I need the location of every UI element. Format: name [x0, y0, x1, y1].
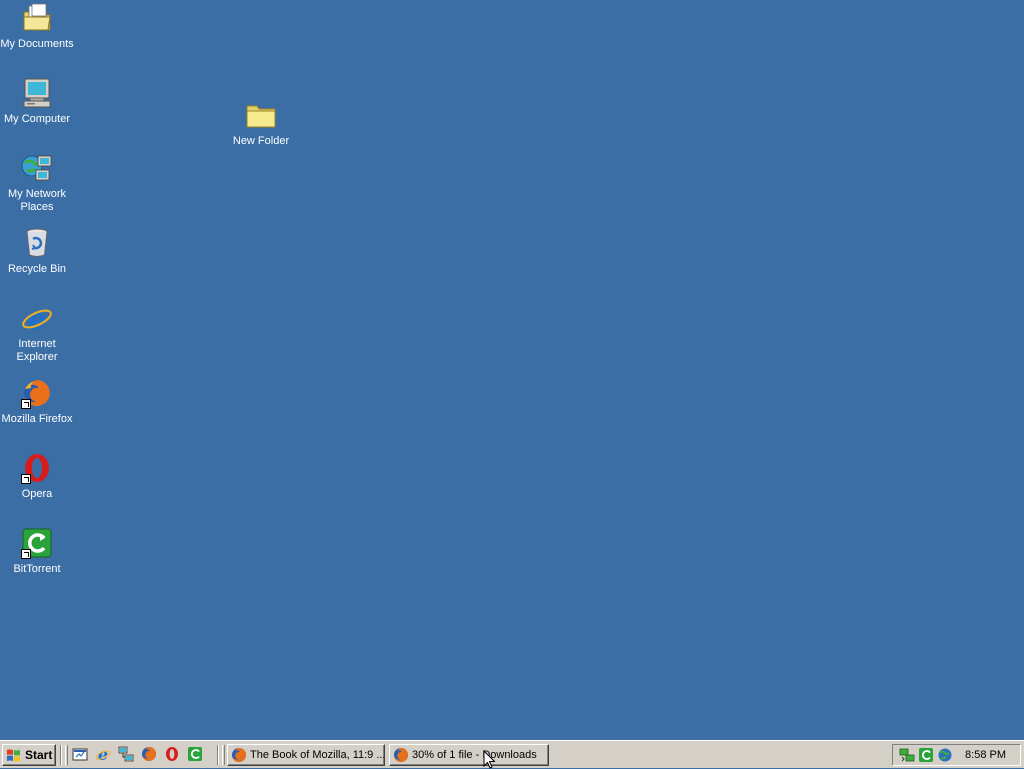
taskbar-separator: [60, 745, 62, 765]
taskbar-separator: [217, 745, 219, 765]
desktop-icon-label: BitTorrent: [13, 563, 61, 575]
clock[interactable]: 8:58 PM: [965, 749, 1006, 761]
shortcut-arrow-icon: [21, 474, 31, 484]
desktop-icon-label: My Computer: [3, 113, 71, 125]
toolbar-grip[interactable]: [65, 745, 68, 765]
toolbar-grip[interactable]: [222, 745, 225, 765]
task-button-label: The Book of Mozilla, 11:9 ...: [250, 749, 385, 761]
opera-icon: [21, 452, 53, 484]
desktop-icon-my-documents[interactable]: My Documents: [0, 2, 74, 51]
internet-explorer-icon[interactable]: e: [95, 746, 111, 762]
desktop-icon-label: Internet Explorer: [16, 338, 58, 363]
my-computer-icon: [21, 77, 53, 109]
bittorrent-icon: [21, 527, 53, 559]
taskbar: Start e The Book of Mozilla, 11:9 ... 30…: [0, 740, 1024, 768]
internet-explorer-icon: e: [21, 302, 53, 334]
desktop-icon-label: My Documents: [0, 38, 74, 50]
shortcut-arrow-icon: [21, 549, 31, 559]
firefox-icon[interactable]: [141, 746, 157, 762]
windows-logo-icon: [7, 749, 20, 762]
network-places-icon: [21, 152, 53, 184]
desktop-icon-new-folder[interactable]: New Folder: [224, 99, 298, 148]
desktop-icon-my-computer[interactable]: My Computer: [0, 77, 74, 126]
bittorrent-icon[interactable]: [187, 746, 203, 762]
desktop-icon-recycle-bin[interactable]: Recycle Bin: [0, 227, 74, 276]
desktop-icon-label: Mozilla Firefox: [1, 413, 73, 425]
firefox-icon: [21, 377, 53, 409]
system-tray: 8:58 PM: [892, 744, 1021, 766]
firefox-icon: [232, 748, 247, 762]
show-desktop-icon[interactable]: [72, 746, 88, 762]
opera-icon[interactable]: [164, 746, 180, 762]
network-tray-icon[interactable]: [899, 747, 915, 763]
recycle-bin-icon: [21, 227, 53, 259]
globe-tray-icon[interactable]: [937, 747, 953, 763]
desktop-icon-label: Opera: [21, 488, 53, 500]
task-button-book-of-mozilla[interactable]: The Book of Mozilla, 11:9 ...: [227, 744, 385, 766]
desktop-icon-internet-explorer[interactable]: e Internet Explorer: [0, 302, 74, 364]
task-button-downloads[interactable]: 30% of 1 file - Downloads: [389, 744, 549, 766]
shortcut-arrow-icon: [21, 399, 31, 409]
start-label: Start: [25, 748, 53, 762]
svg-text:e: e: [27, 302, 46, 334]
my-documents-icon: [21, 2, 53, 34]
desktop-icon-label: My Network Places: [7, 188, 67, 213]
mouse-cursor-icon: [483, 750, 495, 769]
desktop-icon-mozilla-firefox[interactable]: Mozilla Firefox: [0, 377, 74, 426]
desktop-icon-my-network-places[interactable]: My Network Places: [0, 152, 74, 214]
folder-icon: [245, 99, 277, 131]
quick-launch-toolbar: e: [72, 746, 203, 762]
desktop-icon-label: New Folder: [232, 135, 290, 147]
network-icon[interactable]: [118, 746, 134, 762]
firefox-icon: [394, 748, 409, 762]
bittorrent-tray-icon[interactable]: [918, 747, 934, 763]
desktop-icon-label: Recycle Bin: [7, 263, 67, 275]
task-button-label: 30% of 1 file - Downloads: [412, 749, 537, 761]
desktop-icon-bittorrent[interactable]: BitTorrent: [0, 527, 74, 576]
desktop[interactable]: My Documents My Computer My Network Plac…: [0, 0, 1024, 740]
start-button[interactable]: Start: [2, 744, 56, 766]
desktop-icon-opera[interactable]: Opera: [0, 452, 74, 501]
